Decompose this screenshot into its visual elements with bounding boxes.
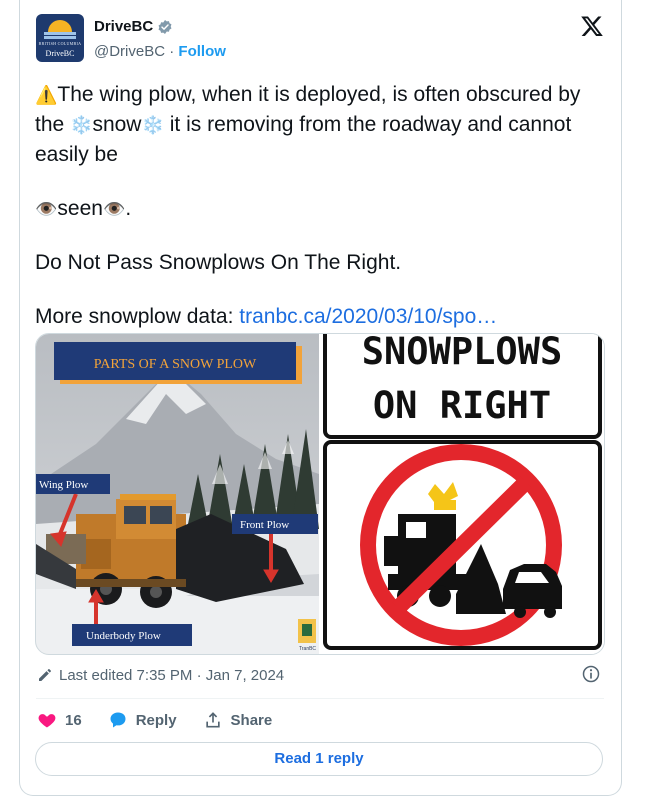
eye-icon: 👁️ bbox=[35, 199, 58, 219]
tweet-text: ⚠️The wing plow, when it is deployed, is… bbox=[35, 80, 600, 331]
tweet-paragraph-4: More snowplow data: tranbc.ca/2020/03/10… bbox=[35, 302, 600, 331]
info-icon[interactable] bbox=[581, 664, 601, 684]
x-logo-icon[interactable] bbox=[580, 14, 604, 38]
waves-logo-icon bbox=[44, 32, 76, 35]
reply-bubble-icon bbox=[110, 712, 126, 728]
snowplow-data-link[interactable]: tranbc.ca/2020/03/10/spo… bbox=[239, 305, 497, 328]
avatar-caption: BRITISH COLUMBIA bbox=[38, 41, 82, 46]
link-prefix: More snowplow data: bbox=[35, 305, 240, 328]
tweet-meta: Last edited 7:35 PM · Jan 7, 2024 bbox=[37, 663, 603, 687]
seen-word: seen bbox=[57, 197, 103, 220]
label-front-plow: Front Plow bbox=[240, 519, 289, 531]
snowflake-icon: ❄️ bbox=[141, 115, 164, 135]
sun-logo-icon bbox=[48, 20, 72, 32]
period: . bbox=[125, 197, 132, 220]
reply-label: Reply bbox=[135, 711, 177, 729]
reply-button[interactable]: Reply bbox=[108, 710, 177, 730]
sign-line-1: SNOWPLOWS bbox=[362, 334, 562, 373]
author-handle-row: @DriveBC · Follow bbox=[94, 43, 226, 60]
read-replies-button[interactable]: Read 1 reply bbox=[35, 742, 603, 776]
share-icon bbox=[205, 712, 220, 728]
author-handle[interactable]: @DriveBC bbox=[94, 43, 165, 60]
snowflake-icon: ❄️ bbox=[70, 115, 93, 135]
share-label: Share bbox=[230, 711, 273, 729]
heart-icon bbox=[38, 714, 56, 728]
edited-timestamp[interactable]: Last edited 7:35 PM · Jan 7, 2024 bbox=[59, 667, 284, 684]
sign-line-2: ON RIGHT bbox=[373, 384, 551, 427]
pencil-icon bbox=[39, 669, 51, 681]
separator: · bbox=[169, 43, 175, 60]
like-button[interactable]: 16 bbox=[37, 710, 82, 730]
snowplow-diagram-image[interactable]: PARTS OF A SNOW PLOW Wing Plow Front Plo… bbox=[36, 334, 319, 654]
avatar[interactable]: BRITISH COLUMBIA DriveBC bbox=[36, 14, 84, 62]
author-name[interactable]: DriveBC bbox=[94, 18, 153, 35]
label-underbody-plow: Underbody Plow bbox=[86, 630, 161, 642]
tweet-paragraph-2: 👁️seen👁️. bbox=[35, 194, 600, 224]
avatar-brand: DriveBC bbox=[45, 49, 75, 58]
tweet-card: BRITISH COLUMBIA DriveBC DriveBC @DriveB… bbox=[19, 0, 622, 796]
tweet-actions: 16 Reply Share bbox=[37, 708, 298, 732]
snowplows-sign-image[interactable]: SNOWPLOWS ON RIGHT bbox=[320, 334, 604, 654]
eye-icon: 👁️ bbox=[102, 199, 126, 219]
follow-button[interactable]: Follow bbox=[178, 43, 226, 60]
tweet-media[interactable]: PARTS OF A SNOW PLOW Wing Plow Front Plo… bbox=[35, 333, 605, 655]
tweet-paragraph-3: Do Not Pass Snowplows On The Right. bbox=[35, 251, 402, 274]
diagram-title: PARTS OF A SNOW PLOW bbox=[94, 357, 257, 372]
author-name-row: DriveBC bbox=[94, 18, 173, 35]
warning-icon: ⚠️ bbox=[35, 85, 58, 105]
tweet-paragraph-1: ⚠️The wing plow, when it is deployed, is… bbox=[35, 80, 600, 169]
label-wing-plow: Wing Plow bbox=[39, 479, 88, 491]
verified-badge-icon bbox=[158, 19, 172, 34]
divider bbox=[36, 698, 604, 699]
snow-word: snow bbox=[92, 113, 142, 136]
media-svg: PARTS OF A SNOW PLOW Wing Plow Front Plo… bbox=[36, 334, 604, 654]
tranbc-logo-text: TranBC bbox=[299, 646, 316, 652]
share-button[interactable]: Share bbox=[203, 710, 273, 730]
like-count: 16 bbox=[65, 711, 82, 729]
